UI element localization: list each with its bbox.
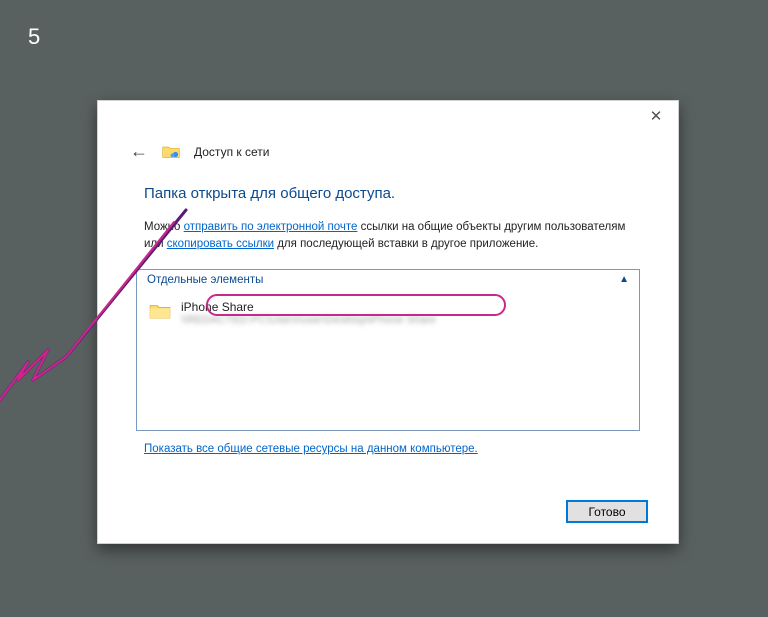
dialog-title: Доступ к сети: [194, 145, 269, 159]
folder-icon: [149, 302, 171, 320]
show-all-shares-link[interactable]: Показать все общие сетевые ресурсы на да…: [144, 443, 478, 455]
desc-text-suffix: для последующей вставки в другое приложе…: [274, 238, 538, 250]
step-number: 5: [28, 24, 40, 50]
groupbox-header[interactable]: Отдельные элементы ▲: [136, 269, 640, 289]
back-arrow-icon[interactable]: ←: [130, 141, 148, 162]
chevron-up-icon: ▲: [619, 274, 629, 285]
item-path: \\REDACTED-PC\Users\user\Desktop\iPhone …: [181, 314, 436, 326]
shared-item-row[interactable]: iPhone Share \\REDACTED-PC\Users\user\De…: [149, 300, 436, 326]
desc-text-prefix: Можно: [144, 221, 184, 233]
network-access-dialog: ✕ ← Доступ к сети Папка открыта для обще…: [97, 100, 679, 544]
copy-link[interactable]: скопировать ссылки: [167, 238, 274, 250]
dialog-heading: Папка открыта для общего доступа.: [144, 185, 395, 202]
dialog-description: Можно отправить по электронной почте ссы…: [144, 219, 638, 254]
item-name: iPhone Share: [181, 300, 436, 314]
done-button[interactable]: Готово: [566, 500, 648, 523]
groupbox-label: Отдельные элементы: [147, 274, 263, 286]
email-link[interactable]: отправить по электронной почте: [184, 221, 358, 233]
network-folder-icon: [162, 144, 180, 159]
close-icon[interactable]: ✕: [648, 109, 664, 125]
items-groupbox: Отдельные элементы ▲ iPhone Share \\REDA…: [136, 269, 640, 431]
dialog-header: ← Доступ к сети: [130, 141, 269, 162]
